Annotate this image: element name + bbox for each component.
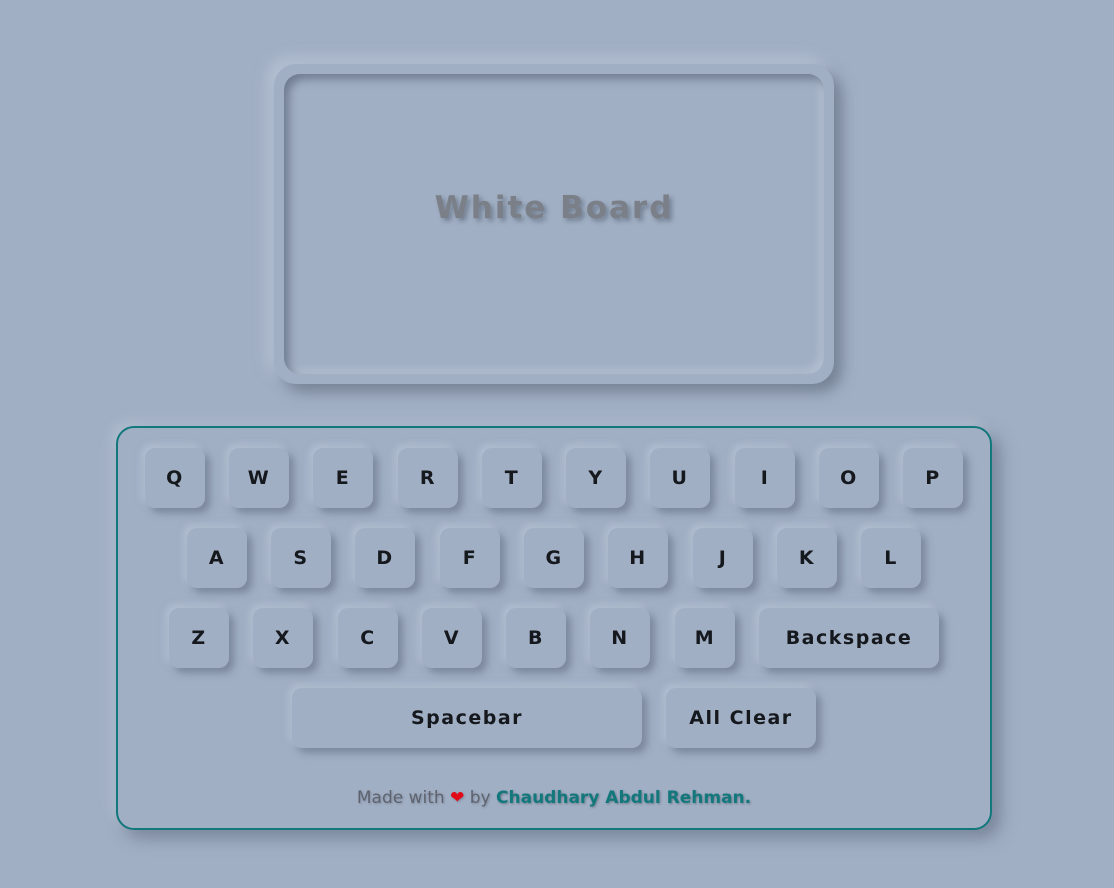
key-u[interactable]: U bbox=[650, 448, 710, 508]
backspace-key[interactable]: Backspace bbox=[759, 608, 939, 668]
key-n[interactable]: N bbox=[590, 608, 650, 668]
key-i[interactable]: I bbox=[735, 448, 795, 508]
key-p[interactable]: P bbox=[903, 448, 963, 508]
key-s[interactable]: S bbox=[271, 528, 331, 588]
key-t[interactable]: T bbox=[482, 448, 542, 508]
all-clear-key[interactable]: All Clear bbox=[666, 688, 816, 748]
made-with-text: Made with bbox=[356, 788, 445, 808]
heart-icon: ❤ bbox=[450, 788, 465, 808]
white-board-frame: White Board bbox=[274, 64, 834, 384]
key-d[interactable]: D bbox=[355, 528, 415, 588]
key-w[interactable]: W bbox=[229, 448, 289, 508]
spacebar-key[interactable]: Spacebar bbox=[292, 688, 642, 748]
key-h[interactable]: H bbox=[608, 528, 668, 588]
key-q[interactable]: Q bbox=[145, 448, 205, 508]
key-y[interactable]: Y bbox=[566, 448, 626, 508]
author-name: Chaudhary Abdul Rehman. bbox=[496, 788, 752, 808]
key-v[interactable]: V bbox=[422, 608, 482, 668]
key-f[interactable]: F bbox=[440, 528, 500, 588]
key-g[interactable]: G bbox=[524, 528, 584, 588]
by-text: by bbox=[469, 788, 491, 808]
key-e[interactable]: E bbox=[313, 448, 373, 508]
key-c[interactable]: C bbox=[338, 608, 398, 668]
key-o[interactable]: O bbox=[819, 448, 879, 508]
key-a[interactable]: A bbox=[187, 528, 247, 588]
key-z[interactable]: Z bbox=[169, 608, 229, 668]
white-board-display: White Board bbox=[284, 74, 824, 374]
key-x[interactable]: X bbox=[253, 608, 313, 668]
white-board-text: White Board bbox=[434, 190, 674, 226]
app-stage: White Board Q W E R T Y U I O P A S D F … bbox=[0, 0, 1114, 888]
key-m[interactable]: M bbox=[675, 608, 735, 668]
key-k[interactable]: K bbox=[777, 528, 837, 588]
key-b[interactable]: B bbox=[506, 608, 566, 668]
key-l[interactable]: L bbox=[861, 528, 921, 588]
key-j[interactable]: J bbox=[693, 528, 753, 588]
virtual-keyboard: Q W E R T Y U I O P A S D F G H J K L Z … bbox=[116, 426, 992, 830]
key-r[interactable]: R bbox=[398, 448, 458, 508]
credits-footer: Made with ❤ by Chaudhary Abdul Rehman. bbox=[118, 788, 990, 808]
